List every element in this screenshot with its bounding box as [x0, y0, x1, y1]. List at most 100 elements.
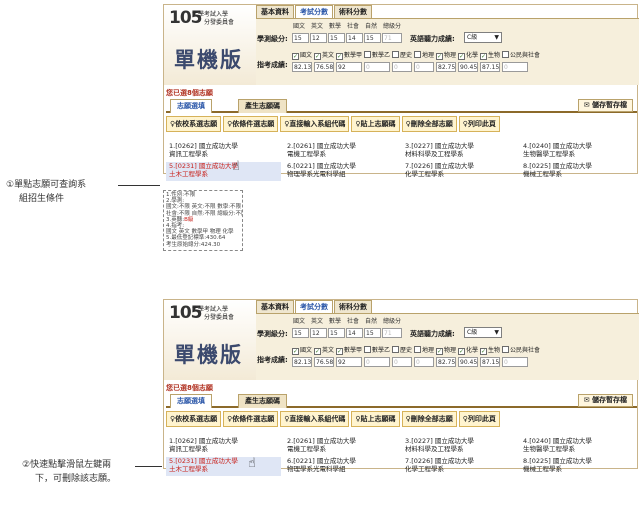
choice-item[interactable]: 3.[0227] 國立成功大學 材料科學及工程學系: [402, 142, 517, 161]
tab-exam-scores[interactable]: 考試分數: [295, 300, 333, 313]
zhike-check[interactable]: ✓ 化學: [458, 51, 478, 61]
zhike-check[interactable]: ✓ 國文: [292, 51, 312, 61]
tab-skill-scores[interactable]: 術科分數: [334, 300, 372, 313]
zhike-field[interactable]: 0: [414, 62, 434, 72]
zhike-field[interactable]: 92: [336, 62, 362, 72]
tab-generate-code[interactable]: 產生志願碼: [238, 99, 287, 113]
choice-item[interactable]: 8.[0225] 國立成功大學 機械工程學系: [520, 162, 635, 181]
action-paste-code[interactable]: ♀貼上志願碼: [351, 116, 400, 132]
tab-choice-list[interactable]: 志願選填: [170, 394, 212, 408]
zhike-field[interactable]: 82.13: [292, 357, 312, 367]
tab-basic[interactable]: 基本資料: [256, 5, 294, 18]
zhike-field[interactable]: 87.15: [480, 357, 500, 367]
zhike-check[interactable]: ✓ 國文: [292, 346, 312, 356]
score-field[interactable]: 15: [292, 33, 309, 43]
score-field[interactable]: 15: [364, 328, 381, 338]
score-field[interactable]: 12: [310, 328, 327, 338]
save-temp-button[interactable]: ✉ 儲存暫存檔: [577, 99, 633, 112]
action-by-school[interactable]: ♀依校系選志願: [166, 411, 222, 427]
zhike-check[interactable]: ✓ 英文: [314, 51, 334, 61]
choice-item-selected[interactable]: 5.[0231] 國立成功大學 土木工程學系: [166, 457, 281, 476]
zhike-field[interactable]: 0: [502, 357, 528, 367]
score-field[interactable]: 12: [310, 33, 327, 43]
callout-leader: [118, 185, 160, 186]
action-delete-all[interactable]: ♀刪除全部志願: [401, 116, 457, 132]
zhike-field[interactable]: 82.75: [436, 62, 456, 72]
score-field[interactable]: 14: [346, 33, 363, 43]
zhike-field[interactable]: 87.15: [480, 62, 500, 72]
english-label: 英語聽力成績:: [410, 330, 455, 338]
zhike-check[interactable]: ✓ 生物: [480, 51, 500, 61]
zhike-check[interactable]: 公民與社會: [502, 346, 540, 356]
zhike-check[interactable]: 數學乙: [364, 346, 390, 356]
zhike-check[interactable]: ✓ 物理: [436, 346, 456, 356]
zhike-field[interactable]: 76.58: [314, 62, 334, 72]
zhike-check[interactable]: ✓ 英文: [314, 346, 334, 356]
zhike-field[interactable]: 0: [364, 357, 390, 367]
action-by-condition[interactable]: ♀依條件選志願: [223, 116, 279, 132]
zhike-check[interactable]: 數學乙: [364, 51, 390, 61]
action-by-school[interactable]: ♀依校系選志願: [166, 116, 222, 132]
zhike-field[interactable]: 82.13: [292, 62, 312, 72]
tab-exam-scores[interactable]: 考試分數: [295, 5, 333, 18]
zhike-check[interactable]: ✓ 物理: [436, 51, 456, 61]
checkbox-icon: ✓: [480, 53, 487, 60]
zhike-field[interactable]: 90.45: [458, 357, 478, 367]
choice-item[interactable]: 4.[0240] 國立成功大學 生物醫學工程學系: [520, 437, 635, 456]
english-select[interactable]: C級 ▼: [464, 327, 502, 338]
zhike-check[interactable]: 地理: [414, 51, 434, 61]
action-print[interactable]: ♀列印此頁: [458, 116, 500, 132]
zhike-field[interactable]: 82.75: [436, 357, 456, 367]
zhike-check[interactable]: ✓ 數學甲: [336, 51, 362, 61]
zhike-field[interactable]: 90.45: [458, 62, 478, 72]
action-by-condition[interactable]: ♀依條件選志願: [223, 411, 279, 427]
zhike-check[interactable]: 歷史: [392, 346, 412, 356]
zhike-field[interactable]: 0: [392, 62, 412, 72]
zhike-check[interactable]: ✓ 生物: [480, 346, 500, 356]
zhike-field[interactable]: 92: [336, 357, 362, 367]
zhike-check[interactable]: ✓ 數學甲: [336, 346, 362, 356]
action-paste-code[interactable]: ♀貼上志願碼: [351, 411, 400, 427]
zhike-field[interactable]: 0: [414, 357, 434, 367]
choice-item[interactable]: 3.[0227] 國立成功大學 材料科學及工程學系: [402, 437, 517, 456]
choice-item[interactable]: 6.[0221] 國立成功大學 物理學系光電科學組: [284, 162, 399, 181]
score-field[interactable]: 14: [346, 328, 363, 338]
choice-item[interactable]: 8.[0225] 國立成功大學 機械工程學系: [520, 457, 635, 476]
score-field[interactable]: 15: [328, 33, 345, 43]
action-delete-all[interactable]: ♀刪除全部志願: [401, 411, 457, 427]
action-print[interactable]: ♀列印此頁: [458, 411, 500, 427]
choice-item[interactable]: 6.[0221] 國立成功大學 物理學系光電科學組: [284, 457, 399, 476]
action-input-code[interactable]: ♀直接輸入系組代碼: [280, 116, 350, 132]
choice-item[interactable]: 1.[0262] 國立成功大學 資訊工程學系: [166, 142, 281, 161]
choice-item[interactable]: 1.[0262] 國立成功大學 資訊工程學系: [166, 437, 281, 456]
tab-generate-code[interactable]: 產生志願碼: [238, 394, 287, 408]
zhike-check[interactable]: 地理: [414, 346, 434, 356]
action-input-code[interactable]: ♀直接輸入系組代碼: [280, 411, 350, 427]
save-temp-button[interactable]: ✉ 儲存暫存檔: [577, 394, 633, 407]
subj-header: 國文: [293, 318, 306, 325]
tab-choice-list[interactable]: 志願選填: [170, 99, 212, 113]
choice-item[interactable]: 2.[0261] 國立成功大學 電機工程學系: [284, 437, 399, 456]
zhike-check[interactable]: 歷史: [392, 51, 412, 61]
score-field[interactable]: 15: [328, 328, 345, 338]
choice-item-selected[interactable]: 5.[0231] 國立成功大學 土木工程學系: [166, 162, 281, 181]
choice-item[interactable]: 4.[0240] 國立成功大學 生物醫學工程學系: [520, 142, 635, 161]
zhike-field[interactable]: 0: [364, 62, 390, 72]
action-bar: ♀依校系選志願 ♀依條件選志願 ♀直接輸入系組代碼 ♀貼上志願碼 ♀刪除全部志願…: [166, 116, 502, 132]
org-line2: 分發委員會: [204, 19, 235, 26]
score-field[interactable]: 15: [364, 33, 381, 43]
zhike-field[interactable]: 76.58: [314, 357, 334, 367]
callout-leader: [135, 466, 162, 467]
english-select[interactable]: C級 ▼: [464, 32, 502, 43]
zhike-check[interactable]: ✓ 化學: [458, 346, 478, 356]
zhike-field[interactable]: 0: [392, 357, 412, 367]
choice-item[interactable]: 7.[0226] 國立成功大學 化學工程學系: [402, 162, 517, 181]
zhike-check[interactable]: 公民與社會: [502, 51, 540, 61]
choice-item[interactable]: 2.[0261] 國立成功大學 電機工程學系: [284, 142, 399, 161]
edition-title: 單機版: [174, 343, 243, 367]
tab-skill-scores[interactable]: 術科分數: [334, 5, 372, 18]
zhike-field[interactable]: 0: [502, 62, 528, 72]
score-field[interactable]: 15: [292, 328, 309, 338]
tab-basic[interactable]: 基本資料: [256, 300, 294, 313]
choice-item[interactable]: 7.[0226] 國立成功大學 化學工程學系: [402, 457, 517, 476]
